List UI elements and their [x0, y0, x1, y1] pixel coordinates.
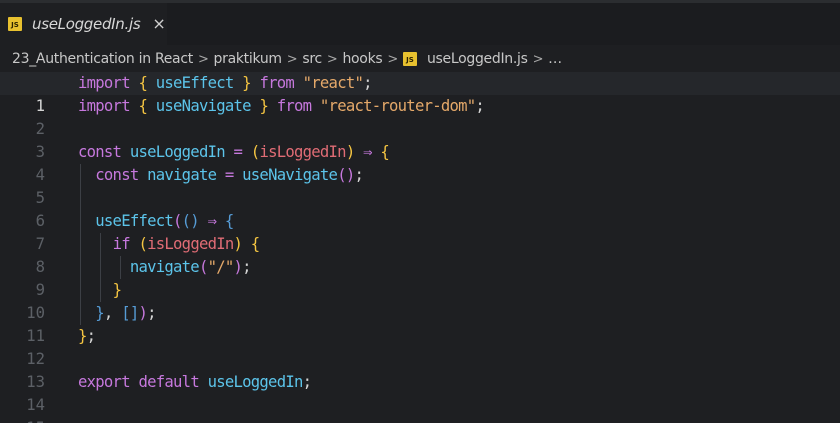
javascript-file-icon: JS	[402, 52, 417, 66]
chevron-right-icon: >	[387, 51, 398, 67]
breadcrumb-more[interactable]: …	[548, 51, 562, 67]
code-line: 14 export default useLoggedIn;	[0, 371, 840, 414]
code-line: 13	[0, 348, 840, 391]
breadcrumb-item-file[interactable]: useLoggedIn.js	[427, 51, 528, 67]
code-line: 7 useEffect(() ⇒ {	[0, 210, 840, 253]
code-editor[interactable]: 1 import { useEffect } from "react"; 2 i…	[0, 72, 840, 423]
chevron-right-icon: >	[286, 51, 298, 67]
breadcrumb-item-src[interactable]: src	[302, 51, 322, 67]
code-line: 5 const navigate = useNavigate();	[0, 164, 840, 207]
code-line: 1 import { useEffect } from "react";	[0, 72, 840, 115]
code-line: 9 navigate("/");	[0, 256, 840, 299]
code-line: 4 const useLoggedIn = (isLoggedIn) ⇒ {	[0, 141, 840, 184]
line-number: 15	[5, 417, 45, 423]
breadcrumb: 23_Authentication in React > praktikum >…	[0, 47, 840, 71]
chevron-right-icon: >	[326, 51, 338, 67]
chevron-right-icon: >	[197, 51, 209, 67]
breadcrumb-item-praktikum[interactable]: praktikum	[214, 51, 283, 67]
code-text: useEffect(() ⇒ {	[95, 212, 234, 230]
code-text: import { useNavigate } from "react-route…	[78, 97, 485, 115]
code-text: const navigate = useNavigate();	[95, 166, 364, 184]
tab-useloggedin[interactable]: JS useLoggedIn.js ×	[0, 3, 167, 45]
chevron-right-icon: >	[532, 51, 544, 67]
code-line: 6	[0, 187, 840, 230]
code-line: 11 }, []);	[0, 302, 840, 345]
tab-bar: JS useLoggedIn.js ×	[0, 3, 840, 45]
tab-title: useLoggedIn.js	[32, 15, 141, 33]
breadcrumb-item-hooks[interactable]: hooks	[342, 51, 382, 67]
code-line: 15	[0, 394, 840, 423]
javascript-file-icon: JS	[8, 17, 22, 31]
code-line: 2 import { useNavigate } from "react-rou…	[0, 95, 840, 138]
code-text: };	[78, 327, 96, 345]
code-line: 3	[0, 118, 840, 161]
breadcrumb-item-project[interactable]: 23_Authentication in React	[12, 51, 193, 67]
code-text: }	[112, 281, 122, 299]
code-text: }, []);	[95, 304, 156, 322]
code-line: 12 };	[0, 325, 840, 368]
code-text: export default useLoggedIn;	[78, 373, 312, 391]
code-text: import { useEffect } from "react";	[78, 74, 372, 92]
close-icon[interactable]: ×	[152, 16, 165, 32]
code-line: 10 }	[0, 279, 840, 322]
code-text: navigate("/");	[129, 258, 252, 276]
code-line: 8 if (isLoggedIn) {	[0, 233, 840, 276]
code-text: const useLoggedIn = (isLoggedIn) ⇒ {	[78, 143, 390, 161]
code-text: if (isLoggedIn) {	[112, 235, 261, 253]
